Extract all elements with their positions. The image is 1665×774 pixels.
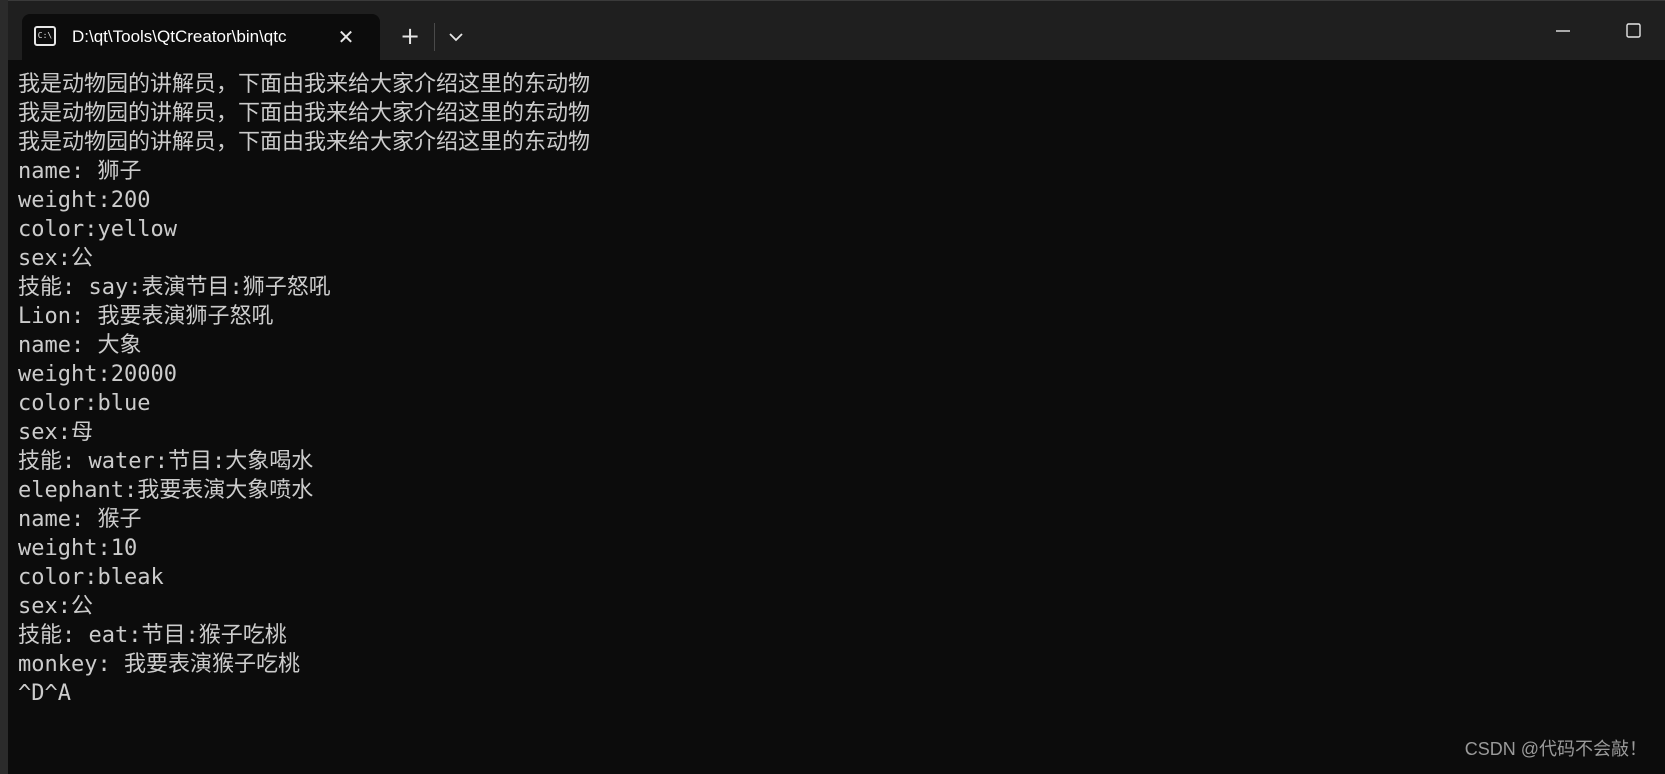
console-line: sex:公 [18,246,93,271]
minimize-button[interactable] [1540,11,1586,51]
console-output[interactable]: 我是动物园的讲解员，下面由我来给大家介绍这里的东动物 我是动物园的讲解员，下面由我… [18,70,1648,710]
console-icon: C:\ [34,26,56,46]
console-line: Lion: 我要表演狮子怒吼 [18,304,274,329]
console-line: name: 狮子 [18,159,142,184]
console-line: weight:20000 [18,362,177,387]
chevron-down-icon[interactable] [440,21,472,53]
console-line: 技能: say:表演节目:狮子怒吼 [18,275,331,300]
title-bar[interactable]: C:\ D:\qt\Tools\QtCreator\bin\qtc ✕ + [0,0,1665,61]
console-line: color:bleak [18,565,164,590]
window-left-edge [0,0,8,774]
console-line: name: 猴子 [18,507,142,532]
terminal-tab[interactable]: C:\ D:\qt\Tools\QtCreator\bin\qtc ✕ [22,14,380,61]
tab-divider [434,23,435,51]
tab-title: D:\qt\Tools\QtCreator\bin\qtc [72,27,287,46]
maximize-button[interactable] [1610,11,1656,51]
console-line: sex:母 [18,420,93,445]
console-line: elephant:我要表演大象喷水 [18,478,314,503]
close-tab-icon[interactable]: ✕ [332,23,360,51]
console-line: 我是动物园的讲解员，下面由我来给大家介绍这里的东动物 [18,101,591,126]
console-line: monkey: 我要表演猴子吃桃 [18,652,300,677]
console-line: sex:公 [18,594,93,619]
console-line: 我是动物园的讲解员，下面由我来给大家介绍这里的东动物 [18,72,591,97]
terminal-window: C:\ D:\qt\Tools\QtCreator\bin\qtc ✕ + 我是… [0,0,1665,774]
console-line: color:blue [18,391,151,416]
csdn-watermark: CSDN @代码不会敲！ [1464,739,1647,759]
new-tab-button[interactable]: + [392,21,428,53]
console-line: ^D^A [18,681,71,706]
console-line: color:yellow [18,217,177,242]
console-line: 技能: eat:节目:猴子吃桃 [18,623,287,648]
console-line: weight:10 [18,536,138,561]
console-line: 技能: water:节目:大象喝水 [18,449,314,474]
console-line: weight:200 [18,188,151,213]
console-line: 我是动物园的讲解员，下面由我来给大家介绍这里的东动物 [18,130,591,155]
console-line: name: 大象 [18,333,142,358]
